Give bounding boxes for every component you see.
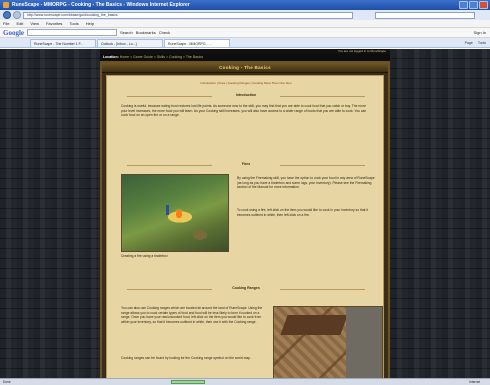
menu-bar: File Edit View Favorites Tools Help [0, 20, 490, 28]
intro-heading: Introduction [127, 93, 365, 99]
intro-text: Cooking is useful, because eating food r… [121, 104, 367, 118]
load-progress [170, 380, 205, 384]
google-toolbar: Google Search Bookmarks Check Sign In [0, 28, 490, 38]
tab-runescape-cooking[interactable]: RuneScape - MMORPG - ... [164, 39, 230, 47]
page-title: Cooking - The Basics [102, 63, 388, 73]
breadcrumb: Location: Home > Game Guide > Skills > C… [100, 54, 390, 61]
menu-help[interactable]: Help [86, 21, 94, 26]
back-button[interactable] [3, 11, 11, 19]
menu-edit[interactable]: Edit [16, 21, 23, 26]
menu-view[interactable]: View [30, 21, 39, 26]
window-controls [459, 1, 488, 9]
cooking-range-image [273, 306, 383, 378]
fires-text-1: By using the Firemaking skill, you have … [237, 176, 375, 190]
section-links[interactable]: Introduction | Fires | Cooking Ranges | … [107, 81, 385, 85]
ranges-text-1: You can also use Cooking ranges which ar… [121, 306, 263, 324]
google-search-input[interactable] [27, 29, 117, 36]
menu-file[interactable]: File [3, 21, 9, 26]
status-text: Done [3, 380, 11, 384]
google-search-button[interactable]: Search [120, 30, 133, 35]
tools-menu[interactable]: Tools [478, 41, 486, 45]
firemaking-image [121, 174, 229, 252]
address-bar: http://www.runescape.com/kbase/guid/cook… [0, 10, 490, 20]
fires-image-caption: Creating a fire using a tinderbox [121, 254, 168, 258]
window-title: RuneScape - MMORPG - Cooking - The Basic… [12, 2, 190, 8]
menu-tools[interactable]: Tools [69, 21, 78, 26]
fires-text-2: To cook using a fire, left-click on the … [237, 208, 369, 217]
maximize-button[interactable] [469, 1, 478, 9]
close-button[interactable] [479, 1, 488, 9]
ranges-text-2: Cooking ranges can be found by looking f… [121, 356, 251, 360]
minimize-button[interactable] [459, 1, 468, 9]
status-bar: Done Internet [0, 378, 490, 385]
tab-outlook[interactable]: Outlook - [Inbox - Lo...] [97, 39, 163, 47]
ie-app-icon [3, 2, 9, 8]
breadcrumb-path[interactable]: Home > Game Guide > Skills > Cooking > T… [120, 55, 203, 59]
bookmarks-button[interactable]: Bookmarks [136, 30, 156, 35]
google-logo: Google [3, 28, 24, 37]
breadcrumb-prefix: Location: [103, 55, 119, 59]
command-bar: Page Tools [465, 41, 490, 45]
forward-button[interactable] [13, 11, 21, 19]
page-viewport[interactable]: You are not logged in to RuneScape Locat… [0, 49, 490, 378]
fire-icon [176, 210, 182, 218]
window-titlebar: RuneScape - MMORPG - Cooking - The Basic… [0, 0, 490, 10]
live-search-input[interactable] [375, 11, 475, 19]
fires-heading: Fires [127, 162, 365, 168]
building-wall [346, 307, 382, 378]
tab-bar: RuneScape - The Number 1 F... Outlook - … [0, 38, 490, 48]
player-figure [166, 205, 169, 215]
page-menu[interactable]: Page [465, 41, 473, 45]
security-zone: Internet [469, 380, 480, 384]
menu-favorites[interactable]: Favorites [46, 21, 62, 26]
content-frame: Cooking - The Basics Introduction | Fire… [100, 61, 390, 378]
check-button[interactable]: Check [159, 30, 170, 35]
ranges-heading: Cooking Ranges [127, 286, 365, 292]
parchment-content: Introduction | Fires | Cooking Ranges | … [106, 75, 384, 378]
signin-link[interactable]: Sign In [474, 30, 486, 35]
building-roof [280, 315, 348, 335]
url-field[interactable]: http://www.runescape.com/kbase/guid/cook… [23, 11, 353, 19]
tab-runescape-home[interactable]: RuneScape - The Number 1 F... [30, 39, 96, 47]
